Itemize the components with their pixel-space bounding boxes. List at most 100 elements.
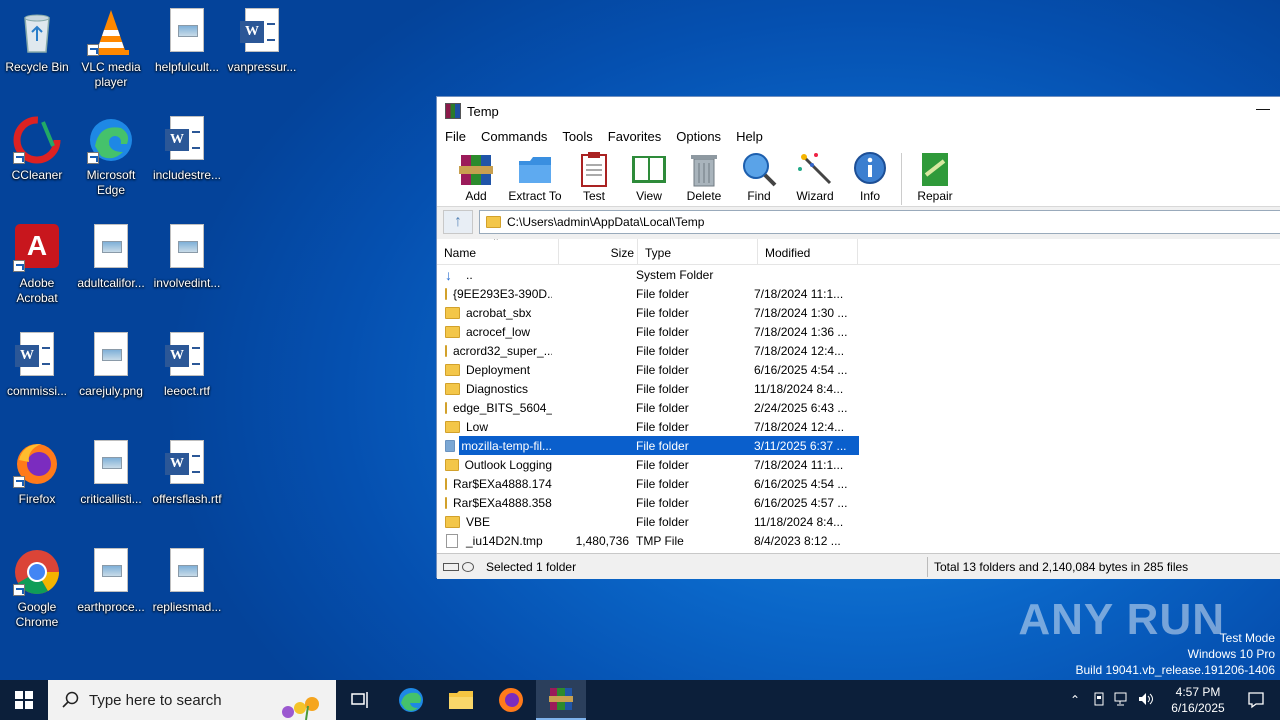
desktop-icon-vanpressur[interactable]: W vanpressur... bbox=[224, 8, 300, 75]
desktop-icon-commissi[interactable]: W commissi... bbox=[0, 332, 75, 399]
drive-icon bbox=[443, 562, 459, 571]
show-hidden-icons-chevron-icon[interactable]: ⌃ bbox=[1070, 693, 1080, 707]
table-row[interactable]: Rar$EXa4888.174... File folder 6/16/2025 4… bbox=[437, 474, 1280, 493]
taskbar: Type here to search ⌃ 4:57 PM 6/16/2025 bbox=[0, 680, 1280, 720]
taskbar-file-explorer[interactable] bbox=[436, 680, 486, 720]
task-view-button[interactable] bbox=[336, 680, 386, 720]
desktop-icon-ccleaner[interactable]: CCleaner bbox=[0, 116, 75, 183]
start-button[interactable] bbox=[0, 680, 48, 720]
menu-favorites[interactable]: Favorites bbox=[608, 129, 661, 144]
address-bar[interactable]: C:\Users\admin\AppData\Local\Temp bbox=[479, 210, 1280, 234]
title-bar[interactable]: Temp — bbox=[437, 97, 1280, 125]
word-document-icon: W bbox=[163, 440, 211, 488]
desktop-icon-helpfulcult[interactable]: helpfulcult... bbox=[149, 8, 225, 75]
folder-icon bbox=[445, 420, 460, 433]
folder-icon bbox=[445, 344, 447, 357]
menu-help[interactable]: Help bbox=[736, 129, 763, 144]
info-button[interactable]: Info bbox=[845, 151, 895, 203]
winrar-app-icon bbox=[445, 103, 461, 119]
network-icon[interactable] bbox=[1114, 692, 1130, 709]
column-modified[interactable]: Modified bbox=[758, 239, 858, 264]
table-row[interactable]: Low File folder 7/18/2024 12:4... bbox=[437, 417, 1280, 436]
minimize-button[interactable]: — bbox=[1255, 101, 1271, 118]
table-row[interactable]: Outlook Logging File folder 7/18/2024 11:1… bbox=[437, 455, 1280, 474]
word-document-icon: W bbox=[163, 116, 211, 164]
desktop-icon-vlc[interactable]: VLC media player bbox=[73, 8, 149, 90]
file-type: File folder bbox=[636, 286, 689, 301]
desktop-icon-offersflash[interactable]: W offersflash.rtf bbox=[149, 440, 225, 507]
extract-to-button[interactable]: Extract To bbox=[505, 151, 565, 203]
table-row[interactable]: edge_BITS_5604_... File folder 2/24/2025 6… bbox=[437, 398, 1280, 417]
column-type[interactable]: Type bbox=[638, 239, 758, 264]
desktop-icon-earthproce[interactable]: earthproce... bbox=[73, 548, 149, 615]
desktop-icon-google-chrome[interactable]: Google Chrome bbox=[0, 548, 75, 630]
up-folder-button[interactable]: ↑ bbox=[443, 210, 473, 234]
image-file-icon bbox=[163, 224, 211, 272]
add-button[interactable]: Add bbox=[447, 151, 505, 203]
desktop-icon-criticallisti[interactable]: criticallisti... bbox=[73, 440, 149, 507]
desktop-icon-repliesmad[interactable]: repliesmad... bbox=[149, 548, 225, 615]
delete-button[interactable]: Delete bbox=[675, 151, 733, 203]
table-row[interactable]: ↓.. System Folder bbox=[437, 265, 1280, 284]
word-document-icon: W bbox=[238, 8, 286, 56]
desktop-icon-recycle-bin[interactable]: Recycle Bin bbox=[0, 8, 75, 75]
column-header: Name ^ Size Type Modified bbox=[437, 239, 1280, 265]
file-type: File folder bbox=[636, 495, 689, 510]
repair-button[interactable]: Repair bbox=[910, 151, 960, 203]
column-name[interactable]: Name ^ bbox=[437, 239, 559, 264]
table-row[interactable]: Deployment File folder 6/16/2025 4:54 ... bbox=[437, 360, 1280, 379]
file-type: File folder bbox=[636, 362, 689, 377]
up-folder-arrow-icon: ↓ bbox=[445, 266, 452, 283]
file-modified: 6/16/2025 4:54 ... bbox=[754, 362, 848, 377]
desktop-icon-edge[interactable]: Microsoft Edge bbox=[73, 116, 149, 198]
taskbar-winrar[interactable] bbox=[536, 680, 586, 720]
taskbar-firefox[interactable] bbox=[486, 680, 536, 720]
file-name: .. bbox=[466, 267, 473, 282]
file-modified: 7/18/2024 1:36 ... bbox=[754, 324, 848, 339]
table-row[interactable]: VBE File folder 11/18/2024 8:4... bbox=[437, 512, 1280, 531]
wizard-button[interactable]: Wizard bbox=[785, 151, 845, 203]
column-size[interactable]: Size bbox=[559, 239, 638, 264]
desktop-icon-adultcalifor[interactable]: adultcalifor... bbox=[73, 224, 149, 291]
volume-icon[interactable] bbox=[1138, 692, 1154, 709]
clock[interactable]: 4:57 PM 6/16/2025 bbox=[1164, 684, 1232, 716]
table-row[interactable]: _iu14D2N.tmp 1,480,736 TMP File 8/4/2023 8:… bbox=[437, 531, 1280, 550]
desktop-icon-involvedint[interactable]: involvedint... bbox=[149, 224, 225, 291]
window-title: Temp bbox=[467, 103, 499, 119]
table-row[interactable]: acrocef_low File folder 7/18/2024 1:36 ... bbox=[437, 322, 1280, 341]
view-button[interactable]: View bbox=[623, 151, 675, 203]
test-button[interactable]: Test bbox=[565, 151, 623, 203]
table-row-selected[interactable]: mozilla-temp-fil... File folder 3/11/2025 … bbox=[437, 436, 1280, 455]
table-row[interactable]: acrord32_super_... File folder 7/18/2024 1… bbox=[437, 341, 1280, 360]
desktop-icon-carejuly[interactable]: carejuly.png bbox=[73, 332, 149, 399]
table-row[interactable]: Diagnostics File folder 11/18/2024 8:4... bbox=[437, 379, 1280, 398]
menu-commands[interactable]: Commands bbox=[481, 129, 547, 144]
desktop-icon-firefox[interactable]: Firefox bbox=[0, 440, 75, 507]
folder-icon bbox=[445, 515, 460, 528]
menu-file[interactable]: File bbox=[445, 129, 466, 144]
taskbar-edge[interactable] bbox=[386, 680, 436, 720]
file-name: acrocef_low bbox=[466, 324, 531, 339]
file-icon bbox=[446, 533, 458, 548]
toolbar-separator bbox=[901, 153, 902, 205]
file-name: Diagnostics bbox=[466, 381, 529, 396]
menu-options[interactable]: Options bbox=[676, 129, 721, 144]
file-name: acrobat_sbx bbox=[466, 305, 532, 320]
image-file-icon bbox=[87, 224, 135, 272]
find-button[interactable]: Find bbox=[733, 151, 785, 203]
table-row[interactable]: Rar$EXa4888.358... File folder 6/16/2025 4… bbox=[437, 493, 1280, 512]
file-list: Name ^ Size Type Modified ↓.. System Fold… bbox=[437, 239, 1280, 553]
table-row[interactable]: acrobat_sbx File folder 7/18/2024 1:30 ... bbox=[437, 303, 1280, 322]
file-name: Deployment bbox=[466, 362, 531, 377]
image-file-icon bbox=[163, 8, 211, 56]
desktop-icon-includestre[interactable]: W includestre... bbox=[149, 116, 225, 183]
action-center-button[interactable] bbox=[1232, 680, 1280, 720]
menu-tools[interactable]: Tools bbox=[562, 129, 592, 144]
desktop-icon-adobe-acrobat[interactable]: A Adobe Acrobat bbox=[0, 224, 75, 306]
desktop-icon-leeoct[interactable]: W leeoct.rtf bbox=[149, 332, 225, 399]
table-row[interactable]: {9EE293E3-390D... File folder 7/18/2024 11… bbox=[437, 284, 1280, 303]
search-box[interactable]: Type here to search bbox=[48, 680, 336, 720]
network-device-icon[interactable] bbox=[1092, 692, 1106, 709]
notification-icon bbox=[1248, 692, 1264, 709]
image-file-icon bbox=[87, 548, 135, 596]
